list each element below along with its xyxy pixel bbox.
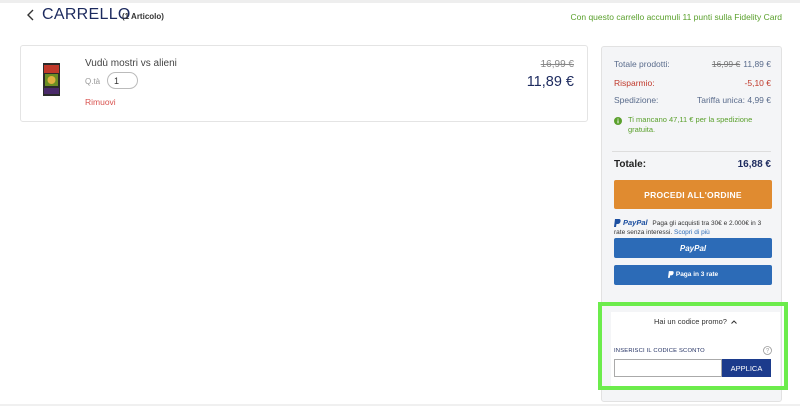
promo-toggle-label: Hai un codice promo? xyxy=(654,317,727,326)
product-name[interactable]: Vudù mostri vs alieni xyxy=(85,58,177,69)
promo-code-input[interactable] xyxy=(614,359,722,377)
summary-divider xyxy=(612,151,771,152)
paypal-learn-more-link[interactable]: Scopri di più xyxy=(674,229,710,236)
paypal-button[interactable]: PayPal xyxy=(614,238,772,258)
promo-code-section: Hai un codice promo? INSERISCI IL CODICE… xyxy=(611,312,780,386)
fidelity-note: Con questo carrello accumuli 11 punti su… xyxy=(570,12,783,22)
info-icon xyxy=(614,117,622,125)
chevron-up-icon xyxy=(731,320,737,324)
remove-item-link[interactable]: Rimuovi xyxy=(85,97,116,107)
product-image[interactable] xyxy=(43,63,60,96)
paypal-brand-text: PayPal xyxy=(623,218,648,227)
paypal-logo: PayPal xyxy=(614,218,648,228)
savings-label: Risparmio: xyxy=(614,78,655,88)
shipping-label: Spedizione: xyxy=(614,95,659,105)
products-label: Totale prodotti: xyxy=(614,59,670,69)
paypal-3-installments-label: Paga in 3 rate xyxy=(675,271,719,279)
products-new-total: 11,89 € xyxy=(743,59,771,69)
savings-value: -5,10 € xyxy=(744,78,771,88)
item-new-price: 11,89 € xyxy=(526,74,574,90)
total-value: 16,88 € xyxy=(737,159,771,170)
apply-promo-button[interactable]: APPLICA xyxy=(722,359,771,377)
quantity-label: Q.tà xyxy=(85,77,101,86)
paypal-3-installments-button[interactable]: Paga in 3 rate xyxy=(614,265,772,285)
paypal-mark-icon xyxy=(667,271,674,279)
total-label: Totale: xyxy=(614,159,647,170)
top-bar xyxy=(0,0,800,3)
cart-item-card: Vudù mostri vs alieni Q.tà Rimuovi 16,99… xyxy=(20,45,588,122)
paypal-installments-info: PayPal Paga gli acquisti tra 30€ e 2.000… xyxy=(614,218,774,237)
promo-input-label: INSERISCI IL CODICE SCONTO xyxy=(614,348,705,354)
paypal-mark-icon xyxy=(614,219,621,228)
free-shipping-note: Ti mancano 47,11 € per la spedizione gra… xyxy=(614,115,772,143)
quantity-input[interactable] xyxy=(107,72,138,89)
promo-toggle[interactable]: Hai un codice promo? xyxy=(611,317,780,326)
products-old-total: 16,99 € xyxy=(711,59,741,69)
back-arrow-icon[interactable] xyxy=(24,8,38,22)
proceed-order-button[interactable]: PROCEDI ALL'ORDINE xyxy=(614,180,772,209)
help-icon[interactable]: ? xyxy=(763,346,772,355)
shipping-value: Tariffa unica: 4,99 € xyxy=(696,95,771,105)
item-old-price: 16,99 € xyxy=(540,59,574,70)
free-shipping-text: Ti mancano 47,11 € per la spedizione gra… xyxy=(628,115,753,134)
page-title: CARRELLO xyxy=(42,6,131,23)
item-count: (1 Articolo) xyxy=(122,12,164,21)
